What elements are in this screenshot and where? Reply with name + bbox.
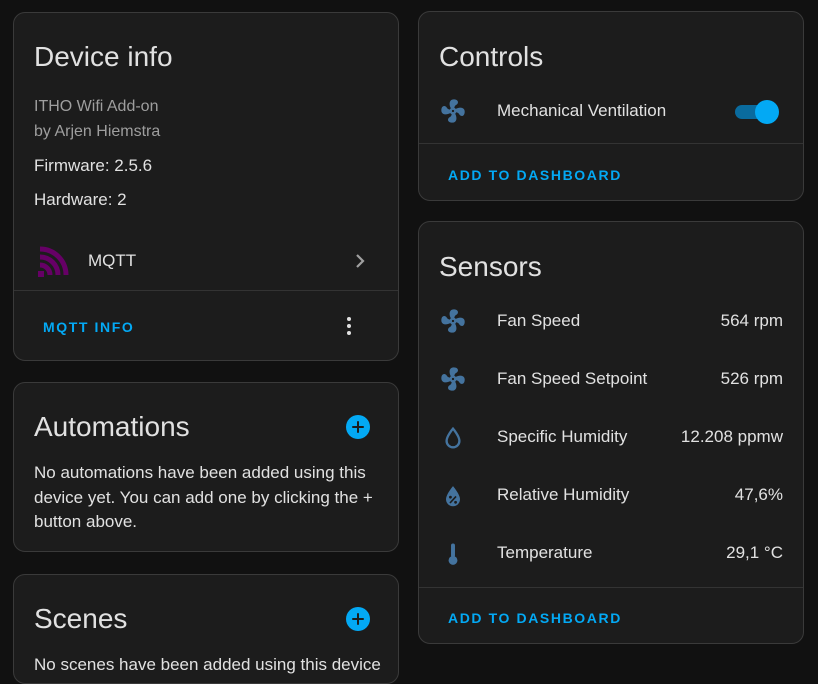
- control-label: Mechanical Ventilation: [497, 101, 667, 120]
- sensor-value: 526 rpm: [720, 369, 783, 388]
- controls-divider: [419, 143, 803, 144]
- controls-add-to-dashboard-button[interactable]: ADD TO DASHBOARD: [448, 167, 622, 183]
- sensor-label: Relative Humidity: [497, 485, 630, 504]
- controls-card: Controls Mechanical Ventilation ADD TO D…: [418, 11, 804, 201]
- mqtt-icon: [38, 246, 69, 277]
- sensor-label: Temperature: [497, 543, 593, 562]
- device-model: ITHO Wifi Add-on: [34, 98, 159, 115]
- sensor-row-fan-speed-setpoint[interactable]: Fan Speed Setpoint 526 rpm: [419, 360, 803, 400]
- scenes-description: No scenes have been added using this dev…: [34, 655, 381, 674]
- sensor-row-temperature[interactable]: Temperature 29,1 °C: [419, 534, 803, 574]
- scenes-title: Scenes: [34, 603, 128, 634]
- device-firmware: Firmware: 2.5.6: [34, 156, 153, 175]
- sensor-row-specific-humidity[interactable]: Specific Humidity 12.208 ppmw: [419, 418, 803, 458]
- sensor-label: Fan Speed Setpoint: [497, 369, 648, 388]
- fan-icon: [441, 309, 465, 333]
- device-hardware: Hardware: 2: [34, 190, 127, 209]
- control-row-mechanical-ventilation[interactable]: Mechanical Ventilation: [419, 92, 803, 132]
- thermometer-icon: [448, 543, 458, 565]
- fan-icon: [441, 367, 465, 391]
- water-drop-icon: [445, 426, 461, 449]
- sensor-value: 47,6%: [734, 485, 783, 504]
- controls-title: Controls: [439, 41, 544, 72]
- device-info-title: Device info: [34, 41, 173, 72]
- device-info-card: Device info ITHO Wifi Add-on by Arjen Hi…: [13, 12, 399, 361]
- more-vert-icon[interactable]: [337, 314, 361, 338]
- mqtt-info-button[interactable]: MQTT INFO: [43, 319, 134, 335]
- integration-label: MQTT: [88, 251, 137, 270]
- sensor-value: 12.208 ppmw: [680, 427, 783, 446]
- add-scene-button[interactable]: [346, 607, 370, 631]
- mechanical-ventilation-toggle[interactable]: [735, 100, 779, 124]
- sensor-value: 564 rpm: [720, 311, 783, 330]
- device-manufacturer: by Arjen Hiemstra: [34, 123, 161, 140]
- sensors-card: Sensors Fan Speed 564 rpm Fan Speed Setp…: [418, 221, 804, 644]
- sensor-label: Specific Humidity: [497, 427, 628, 446]
- sensor-row-fan-speed[interactable]: Fan Speed 564 rpm: [419, 302, 803, 342]
- integration-row-mqtt[interactable]: MQTT: [14, 241, 398, 281]
- scenes-card: Scenes No scenes have been added using t…: [13, 574, 399, 684]
- sensors-divider: [419, 587, 803, 588]
- sensor-row-relative-humidity[interactable]: Relative Humidity 47,6%: [419, 476, 803, 516]
- fan-icon: [441, 99, 465, 123]
- automations-title: Automations: [34, 411, 190, 442]
- chevron-right-icon: [356, 254, 365, 268]
- automations-card: Automations No automations have been add…: [13, 382, 399, 552]
- sensor-value: 29,1 °C: [726, 543, 783, 562]
- device-info-divider: [14, 290, 398, 291]
- automations-description: No automations have been added using thi…: [34, 463, 373, 531]
- sensor-label: Fan Speed: [497, 311, 581, 330]
- sensors-title: Sensors: [439, 251, 542, 282]
- toggle-thumb: [755, 100, 779, 124]
- add-automation-button[interactable]: [346, 415, 370, 439]
- water-percent-icon: [446, 486, 460, 507]
- sensors-add-to-dashboard-button[interactable]: ADD TO DASHBOARD: [448, 610, 622, 626]
